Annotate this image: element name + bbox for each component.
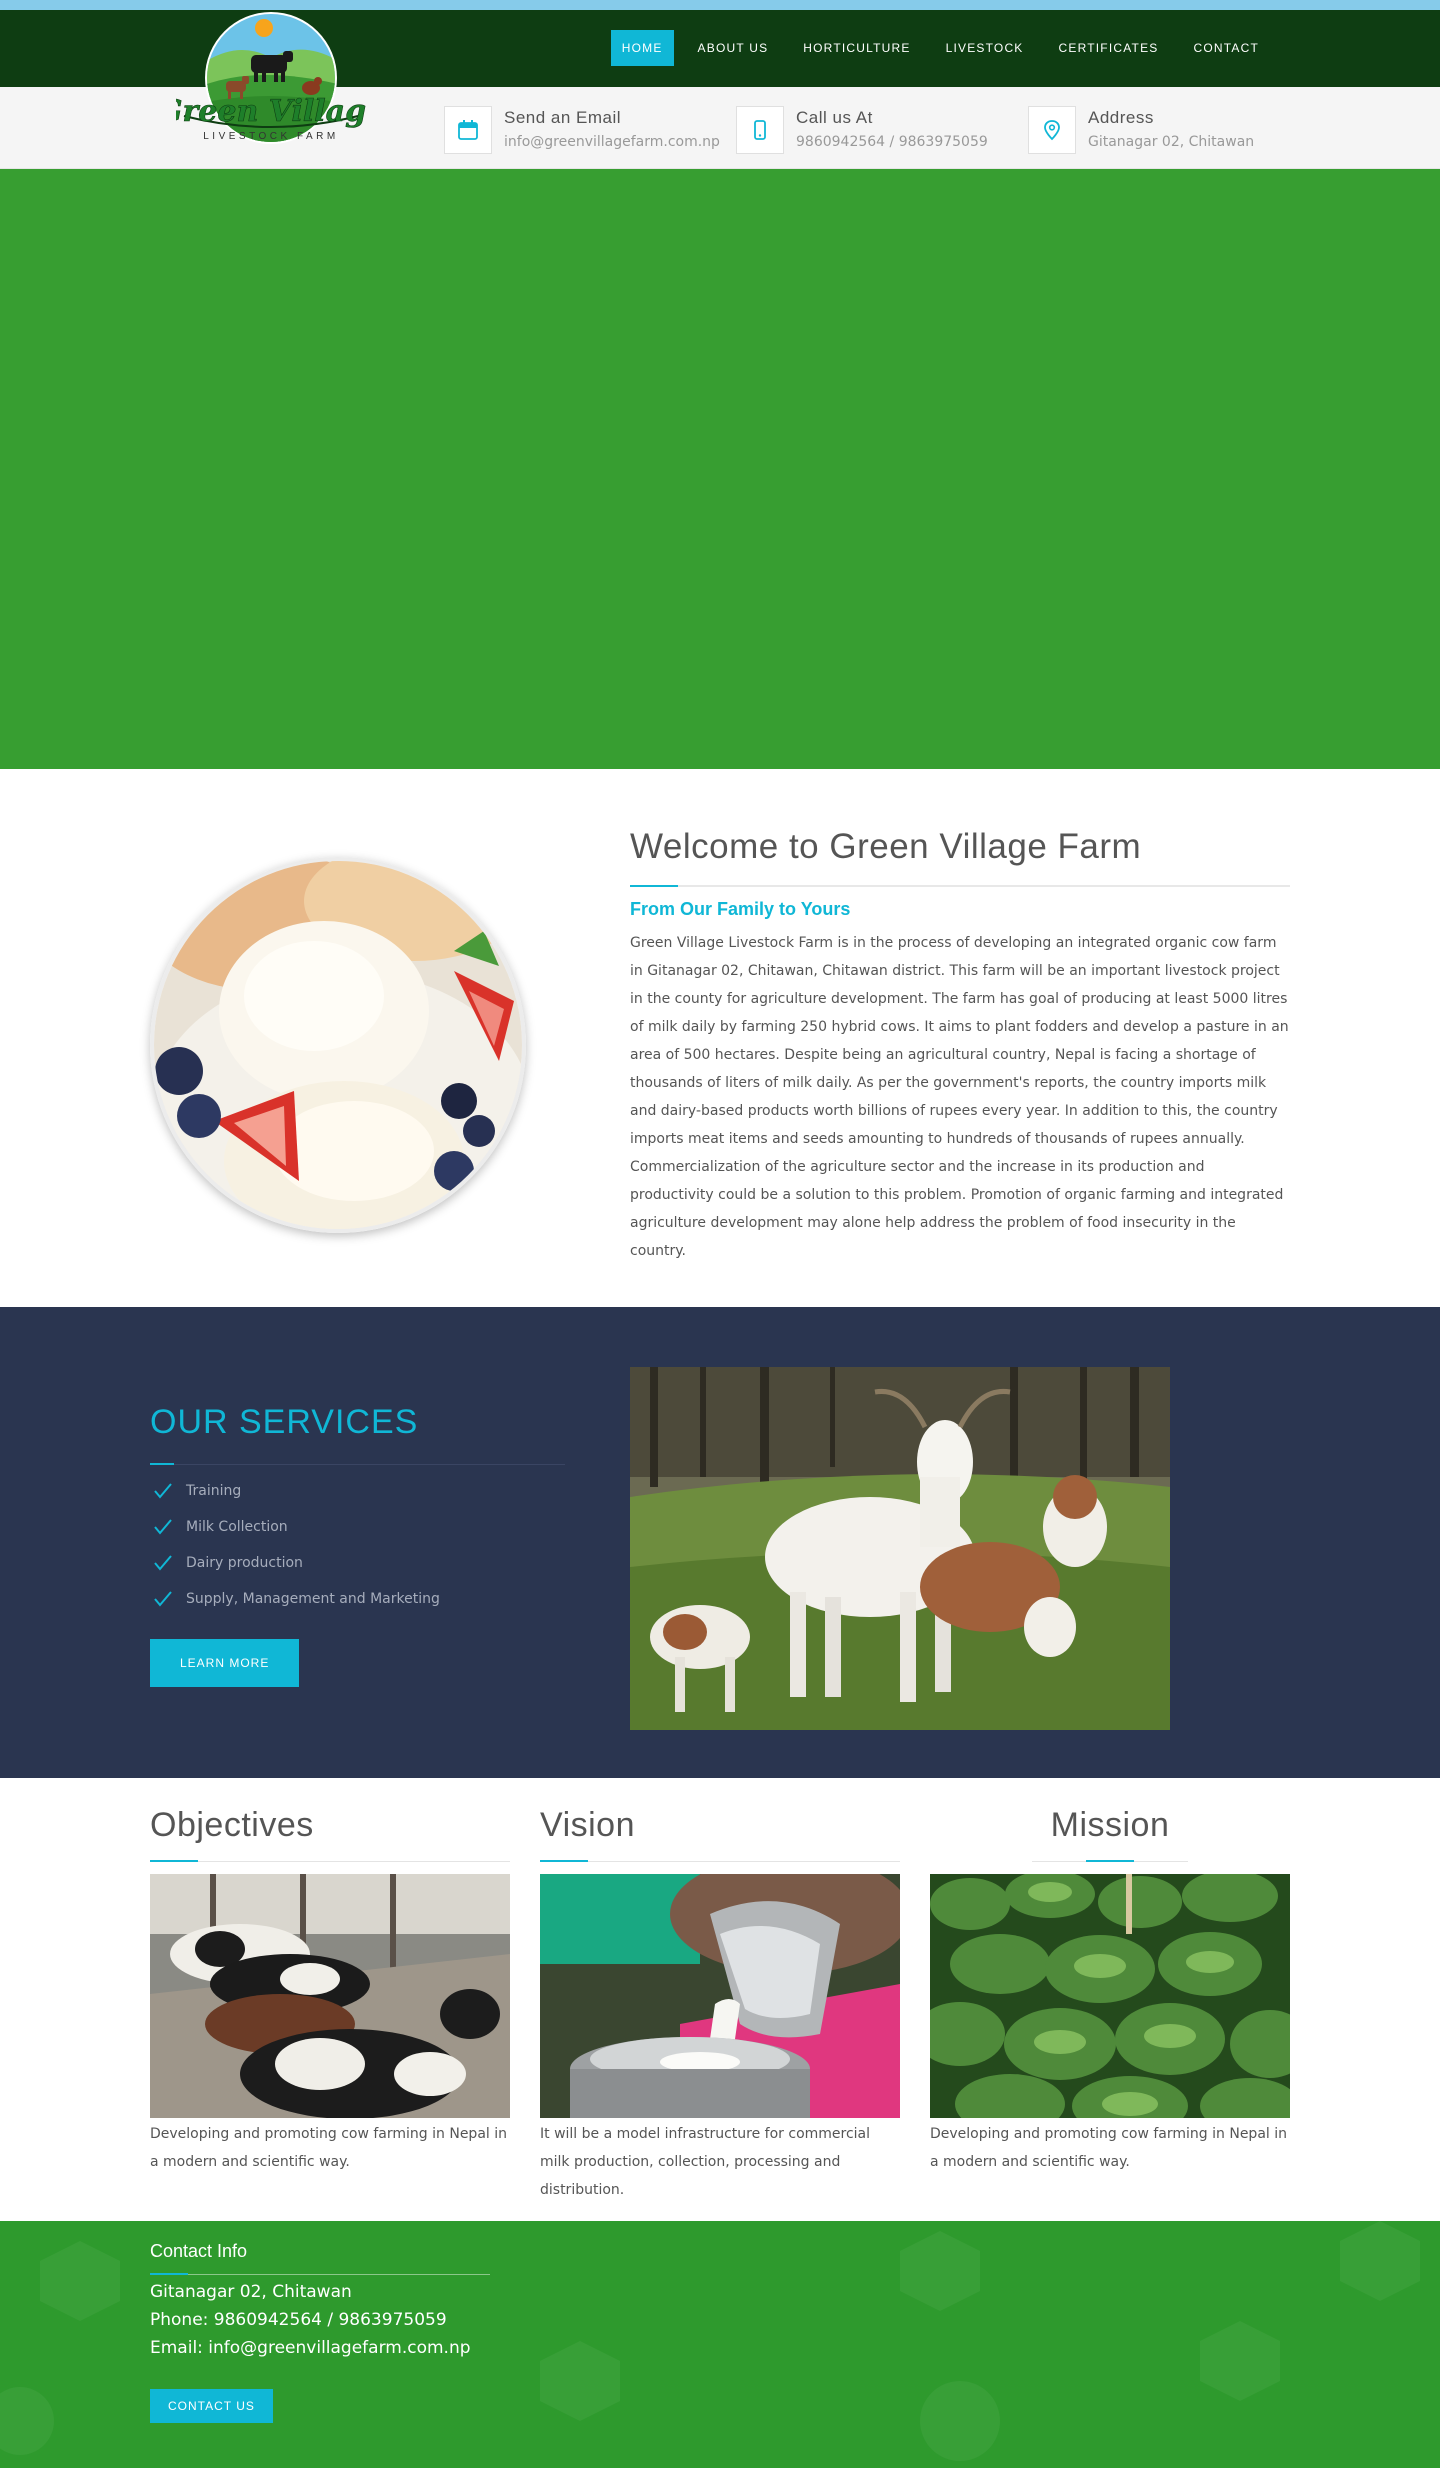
service-label: Supply, Management and Marketing — [186, 1591, 440, 1607]
service-item: Milk Collection — [150, 1509, 565, 1545]
nav-home[interactable]: HOME — [610, 30, 674, 66]
objectives-vision-mission: Objectives Developing and promoting cow … — [0, 1778, 1440, 2221]
objectives-divider — [150, 1860, 510, 1862]
nav-contact[interactable]: CONTACT — [1182, 30, 1270, 66]
welcome-section: Welcome to Green Village Farm From Our F… — [0, 769, 1440, 1307]
welcome-text-block: Welcome to Green Village Farm From Our F… — [630, 827, 1290, 1265]
vegetable-field-image — [930, 1874, 1290, 2118]
service-item: Training — [150, 1473, 565, 1509]
checkmark-icon — [154, 1483, 172, 1499]
title-divider — [630, 885, 1290, 887]
service-item: Dairy production — [150, 1545, 565, 1581]
site-logo[interactable]: Green Village LIVESTOCK FARM — [157, 8, 385, 154]
phone-value[interactable]: 9860942564 / 9863975059 — [796, 134, 988, 150]
checkmark-icon — [154, 1555, 172, 1571]
mobile-phone-icon — [736, 106, 784, 154]
phone-title: Call us At — [796, 108, 873, 127]
footer-title: Contact Info — [150, 2241, 248, 2261]
checkmark-icon — [154, 1591, 172, 1607]
footer-address: Gitanagar 02, Chitawan — [150, 2282, 352, 2302]
address-info: Address Gitanagar 02, Chitawan — [1028, 106, 1254, 154]
footer-email: Email: info@greenvillagefarm.com.np — [150, 2338, 471, 2358]
footer-divider — [150, 2273, 490, 2275]
address-value: Gitanagar 02, Chitawan — [1088, 134, 1255, 150]
email-title: Send an Email — [504, 108, 622, 127]
vision-divider — [540, 1860, 900, 1862]
welcome-paragraph: Green Village Livestock Farm is in the p… — [630, 935, 1289, 1259]
mission-divider — [1032, 1860, 1188, 1862]
svg-text:LIVESTOCK FARM: LIVESTOCK FARM — [203, 131, 339, 142]
phone-info: Call us At 9860942564 / 9863975059 — [736, 106, 988, 154]
welcome-subtitle: From Our Family to Yours — [630, 899, 851, 919]
services-divider — [150, 1463, 565, 1465]
vision-column: Vision It will be a model infrastructure… — [540, 1806, 900, 2204]
address-title: Address — [1088, 108, 1154, 127]
svg-text:Green Village: Green Village — [176, 94, 366, 129]
logo-graphic: Green Village LIVESTOCK FARM — [157, 12, 385, 144]
nav-livestock[interactable]: LIVESTOCK — [935, 30, 1035, 66]
service-label: Training — [186, 1483, 242, 1499]
cows-barn-image — [150, 1874, 510, 2118]
ice-cream-image — [150, 857, 526, 1233]
objectives-title: Objectives — [150, 1806, 314, 1844]
contact-us-button[interactable]: CONTACT US — [150, 2389, 273, 2423]
services-block: OUR SERVICES Training Milk Collection Da… — [150, 1403, 565, 1687]
learn-more-button[interactable]: LEARN MORE — [150, 1639, 300, 1687]
objectives-column: Objectives Developing and promoting cow … — [150, 1806, 510, 2176]
main-nav: HOME ABOUT US HORTICULTURE LIVESTOCK CER… — [598, 30, 1270, 66]
service-label: Dairy production — [186, 1555, 303, 1571]
objectives-text: Developing and promoting cow farming in … — [150, 2126, 507, 2170]
footer: Contact Info Gitanagar 02, Chitawan Phon… — [0, 2221, 1440, 2468]
services-section: OUR SERVICES Training Milk Collection Da… — [0, 1307, 1440, 1778]
email-value[interactable]: info@greenvillagefarm.com.np — [504, 134, 720, 150]
goats-image — [630, 1367, 1170, 1730]
services-title: OUR SERVICES — [150, 1403, 419, 1441]
milk-pouring-image — [540, 1874, 900, 2118]
service-label: Milk Collection — [186, 1519, 288, 1535]
email-info: Send an Email info@greenvillagefarm.com.… — [444, 106, 720, 154]
checkmark-icon — [154, 1519, 172, 1535]
welcome-title: Welcome to Green Village Farm — [630, 827, 1142, 866]
nav-about-us[interactable]: ABOUT US — [687, 30, 780, 66]
nav-certificates[interactable]: CERTIFICATES — [1048, 30, 1170, 66]
mission-text: Developing and promoting cow farming in … — [930, 2126, 1287, 2170]
hero-banner — [0, 169, 1440, 769]
location-pin-icon — [1028, 106, 1076, 154]
nav-horticulture[interactable]: HORTICULTURE — [792, 30, 921, 66]
mission-column: Mission Developing and promoting cow far… — [930, 1806, 1290, 2176]
service-item: Supply, Management and Marketing — [150, 1581, 565, 1617]
footer-contact-info: Contact Info Gitanagar 02, Chitawan Phon… — [150, 2241, 490, 2423]
mission-title: Mission — [1050, 1806, 1170, 1844]
footer-phone: Phone: 9860942564 / 9863975059 — [150, 2310, 447, 2330]
calendar-icon — [444, 106, 492, 154]
vision-text: It will be a model infrastructure for co… — [540, 2126, 871, 2198]
services-list: Training Milk Collection Dairy productio… — [150, 1473, 565, 1617]
vision-title: Vision — [540, 1806, 635, 1844]
